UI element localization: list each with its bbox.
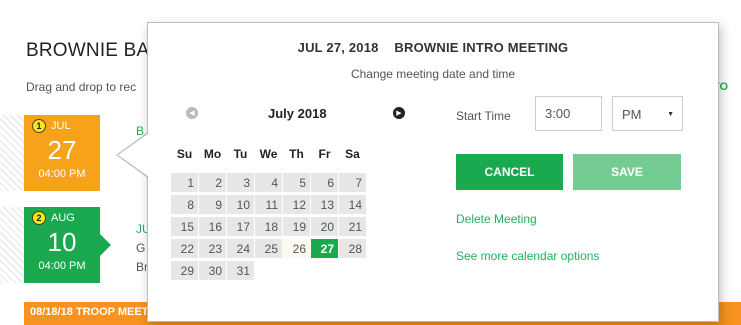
weekday-label: Tu — [233, 147, 248, 161]
drag-handle[interactable] — [0, 115, 24, 191]
change-date-popup: JUL 27, 2018 BROWNIE INTRO MEETING Chang… — [147, 22, 719, 322]
caret-down-icon: ▼ — [667, 111, 674, 118]
weekday-label: Mo — [203, 147, 222, 161]
calendar-day[interactable]: 19 — [283, 217, 310, 236]
start-time-input[interactable] — [535, 96, 602, 131]
calendar-day[interactable]: 3 — [227, 173, 254, 192]
weekday-label: Fr — [318, 147, 331, 161]
delete-meeting-link[interactable]: Delete Meeting — [456, 212, 537, 226]
popup-subtitle: Change meeting date and time — [350, 67, 516, 81]
ampm-value: PM — [622, 107, 642, 122]
calendar-day[interactable]: 21 — [339, 217, 366, 236]
more-calendar-options-link[interactable]: See more calendar options — [456, 249, 599, 263]
event-detail: G — [136, 241, 146, 255]
event-number-badge: 2 — [32, 211, 46, 225]
event-number-badge: 1 — [32, 119, 46, 133]
event-date-card[interactable]: 1 JUL 27 04:00 PM — [24, 115, 100, 191]
calendar-day[interactable]: 17 — [227, 217, 254, 236]
save-button[interactable]: SAVE — [573, 154, 681, 190]
calendar-day[interactable]: 11 — [255, 195, 282, 214]
calendar-day[interactable]: 6 — [311, 173, 338, 192]
event-time: 04:00 PM — [38, 168, 86, 180]
chevron-right-icon[interactable]: ▶ — [393, 107, 405, 119]
event-day: 10 — [47, 227, 77, 257]
cancel-button[interactable]: CANCEL — [456, 154, 563, 190]
popup-header: JUL 27, 2018 BROWNIE INTRO MEETING — [148, 40, 718, 55]
calendar-day[interactable]: 13 — [311, 195, 338, 214]
chevron-left-icon[interactable]: ◀ — [186, 107, 198, 119]
event-month: AUG — [51, 212, 75, 224]
calendar-day[interactable]: 15 — [171, 217, 198, 236]
start-time-label: Start Time — [456, 109, 511, 123]
calendar-day[interactable]: 18 — [255, 217, 282, 236]
calendar-day[interactable]: 24 — [227, 239, 254, 258]
calendar-month-label: July 2018 — [268, 106, 327, 121]
weekday-label: Th — [289, 147, 304, 161]
event-month: JUL — [51, 120, 71, 132]
weekday-label: We — [259, 147, 278, 161]
calendar-day[interactable]: 2 — [199, 173, 226, 192]
calendar-day[interactable]: 9 — [199, 195, 226, 214]
calendar-day[interactable]: 7 — [339, 173, 366, 192]
calendar-day[interactable]: 26 — [283, 239, 310, 258]
weekday-label: Su — [176, 147, 193, 161]
popup-date: JUL 27, 2018 — [297, 40, 379, 55]
calendar-day[interactable]: 28 — [339, 239, 366, 258]
popup-pointer-fill — [118, 133, 149, 177]
calendar-day[interactable]: 4 — [255, 173, 282, 192]
event-time: 04:00 PM — [38, 260, 86, 272]
calendar-day[interactable]: 10 — [227, 195, 254, 214]
ampm-select[interactable]: PM ▼ — [612, 96, 683, 131]
event-day: 27 — [47, 135, 77, 165]
calendar-day[interactable]: 20 — [311, 217, 338, 236]
drag-handle[interactable] — [0, 207, 24, 283]
calendar-day[interactable]: 23 — [199, 239, 226, 258]
weekday-label: Sa — [345, 147, 360, 161]
calendar-day[interactable]: 29 — [171, 261, 198, 280]
calendar-day[interactable]: 14 — [339, 195, 366, 214]
calendar-day[interactable]: 1 — [171, 173, 198, 192]
page-subtitle: Drag and drop to rec — [26, 80, 137, 94]
calendar-day[interactable]: 12 — [283, 195, 310, 214]
calendar-day-selected[interactable]: 27 — [311, 239, 338, 258]
calendar-day[interactable]: 16 — [199, 217, 226, 236]
calendar-day[interactable]: 5 — [283, 173, 310, 192]
calendar-day[interactable]: 22 — [171, 239, 198, 258]
calendar-day[interactable]: 8 — [171, 195, 198, 214]
page-title: BROWNIE BA — [26, 40, 150, 61]
calendar-day[interactable]: 30 — [199, 261, 226, 280]
popup-meeting-title: BROWNIE INTRO MEETING — [394, 40, 569, 55]
event-date-card[interactable]: 2 AUG 10 04:00 PM — [24, 207, 111, 283]
calendar-day[interactable]: 25 — [255, 239, 282, 258]
calendar-day[interactable]: 31 — [227, 261, 254, 280]
